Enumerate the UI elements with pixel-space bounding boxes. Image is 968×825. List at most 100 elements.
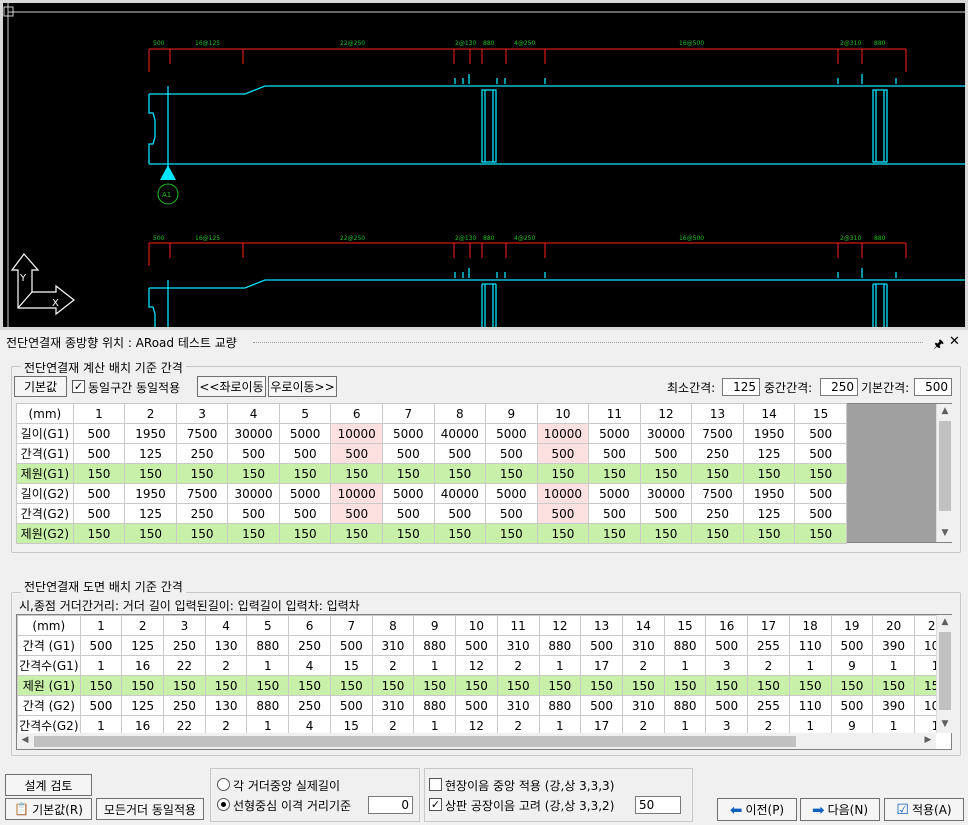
column-header[interactable]: 5: [246, 615, 290, 636]
column-header[interactable]: 9: [485, 403, 538, 424]
table-cell[interactable]: 150: [371, 675, 415, 696]
table-cell[interactable]: 500: [485, 503, 538, 524]
table-cell[interactable]: 1: [79, 655, 123, 676]
column-header[interactable]: 1: [72, 403, 126, 424]
table-cell[interactable]: 500: [227, 503, 280, 524]
table-cell[interactable]: 10000: [330, 483, 383, 504]
table-cell[interactable]: 500: [455, 695, 498, 716]
table-cell[interactable]: 16: [121, 715, 165, 733]
table-cell[interactable]: 30000: [227, 483, 280, 504]
table-cell[interactable]: 150: [742, 463, 796, 484]
table-cell[interactable]: 150: [872, 675, 915, 696]
table-cell[interactable]: 150: [639, 463, 693, 484]
table-cell[interactable]: 500: [433, 503, 487, 524]
table-cell[interactable]: 22: [163, 655, 206, 676]
default-button[interactable]: 기본값: [14, 376, 67, 397]
table-cell[interactable]: 110: [788, 695, 832, 716]
table-cell[interactable]: 5000: [381, 483, 435, 504]
table-cell[interactable]: 310: [621, 635, 665, 656]
table-cell[interactable]: 500: [794, 443, 847, 464]
table-cell[interactable]: 310: [496, 635, 540, 656]
table-cell[interactable]: 150: [227, 523, 280, 544]
default-r-button[interactable]: 📋 기본값(R): [5, 798, 92, 820]
table-cell[interactable]: 2: [371, 655, 415, 676]
column-header[interactable]: 15: [794, 403, 847, 424]
table-cell[interactable]: 150: [485, 463, 538, 484]
table-cell[interactable]: 500: [705, 635, 749, 656]
table-cell[interactable]: 1950: [124, 483, 177, 504]
table-cell[interactable]: 150: [288, 675, 331, 696]
table-cell[interactable]: 5000: [588, 483, 641, 504]
table-cell[interactable]: 1: [913, 655, 936, 676]
table-cell[interactable]: 880: [246, 635, 290, 656]
table-cell[interactable]: 500: [794, 483, 847, 504]
table-cell[interactable]: 250: [288, 635, 331, 656]
deck-shop-splice-input[interactable]: 50: [635, 796, 681, 814]
column-header[interactable]: 14: [621, 615, 665, 636]
table-cell[interactable]: 7500: [175, 483, 229, 504]
table-cell[interactable]: 125: [742, 443, 796, 464]
table-cell[interactable]: 500: [278, 443, 332, 464]
table-cell[interactable]: 30000: [227, 423, 280, 444]
table-cell[interactable]: 4: [288, 715, 331, 733]
column-header[interactable]: 12: [639, 403, 693, 424]
table-cell[interactable]: 150: [329, 675, 373, 696]
drawing-grid-vscroll[interactable]: ▲ ▼: [936, 615, 952, 733]
table-cell[interactable]: 1: [413, 655, 457, 676]
column-header[interactable]: 2: [121, 615, 165, 636]
table-cell[interactable]: 500: [794, 503, 847, 524]
table-cell[interactable]: 150: [246, 675, 290, 696]
column-header[interactable]: 8: [433, 403, 487, 424]
table-cell[interactable]: 16: [121, 655, 165, 676]
table-cell[interactable]: 1950: [124, 423, 177, 444]
prev-button[interactable]: ⬅ 이전(P): [717, 798, 797, 821]
design-review-button[interactable]: 설계 검토: [5, 774, 92, 796]
table-cell[interactable]: 150: [621, 675, 665, 696]
table-cell[interactable]: 250: [163, 695, 206, 716]
table-cell[interactable]: 150: [742, 523, 796, 544]
table-cell[interactable]: 17: [580, 715, 623, 733]
table-cell[interactable]: 2: [371, 715, 415, 733]
table-cell[interactable]: 150: [124, 523, 177, 544]
column-header[interactable]: 21: [913, 615, 936, 636]
table-cell[interactable]: 1: [246, 655, 290, 676]
table-cell[interactable]: 500: [329, 635, 373, 656]
table-cell[interactable]: 880: [663, 695, 707, 716]
table-cell[interactable]: 125: [121, 695, 165, 716]
table-cell[interactable]: 250: [691, 503, 744, 524]
table-cell[interactable]: 150: [175, 463, 229, 484]
column-header[interactable]: 15: [663, 615, 707, 636]
column-header[interactable]: 7: [329, 615, 373, 636]
min-spacing-input[interactable]: 125: [722, 378, 760, 396]
table-cell[interactable]: 150: [79, 675, 123, 696]
table-cell[interactable]: 250: [288, 695, 331, 716]
table-cell[interactable]: 150: [691, 523, 744, 544]
scroll-up-icon[interactable]: ▲: [937, 617, 953, 627]
table-cell[interactable]: 9: [830, 655, 874, 676]
table-cell[interactable]: 880: [413, 695, 457, 716]
table-cell[interactable]: 10000: [536, 483, 590, 504]
column-header[interactable]: 13: [580, 615, 623, 636]
column-header[interactable]: 5: [278, 403, 332, 424]
table-cell[interactable]: 250: [691, 443, 744, 464]
table-cell[interactable]: 1: [246, 715, 290, 733]
table-cell[interactable]: 150: [330, 463, 383, 484]
table-cell[interactable]: 250: [175, 443, 229, 464]
table-cell[interactable]: 500: [485, 443, 538, 464]
table-cell[interactable]: 100: [913, 635, 936, 656]
calc-grid-vscroll[interactable]: ▲ ▼: [936, 404, 952, 542]
table-cell[interactable]: 150: [705, 675, 749, 696]
field-splice-center-checkbox[interactable]: [429, 778, 442, 791]
table-cell[interactable]: 150: [485, 523, 538, 544]
table-cell[interactable]: 500: [381, 503, 435, 524]
table-cell[interactable]: 1: [413, 715, 457, 733]
table-cell[interactable]: 150: [163, 675, 206, 696]
column-header[interactable]: 20: [872, 615, 915, 636]
scroll-down-icon[interactable]: ▼: [937, 528, 953, 538]
base-spacing-input[interactable]: 500: [914, 378, 952, 396]
table-cell[interactable]: 500: [536, 503, 590, 524]
table-cell[interactable]: 2: [621, 715, 665, 733]
column-header[interactable]: 6: [288, 615, 331, 636]
scroll-thumb[interactable]: [939, 421, 951, 511]
table-cell[interactable]: 150: [913, 675, 936, 696]
